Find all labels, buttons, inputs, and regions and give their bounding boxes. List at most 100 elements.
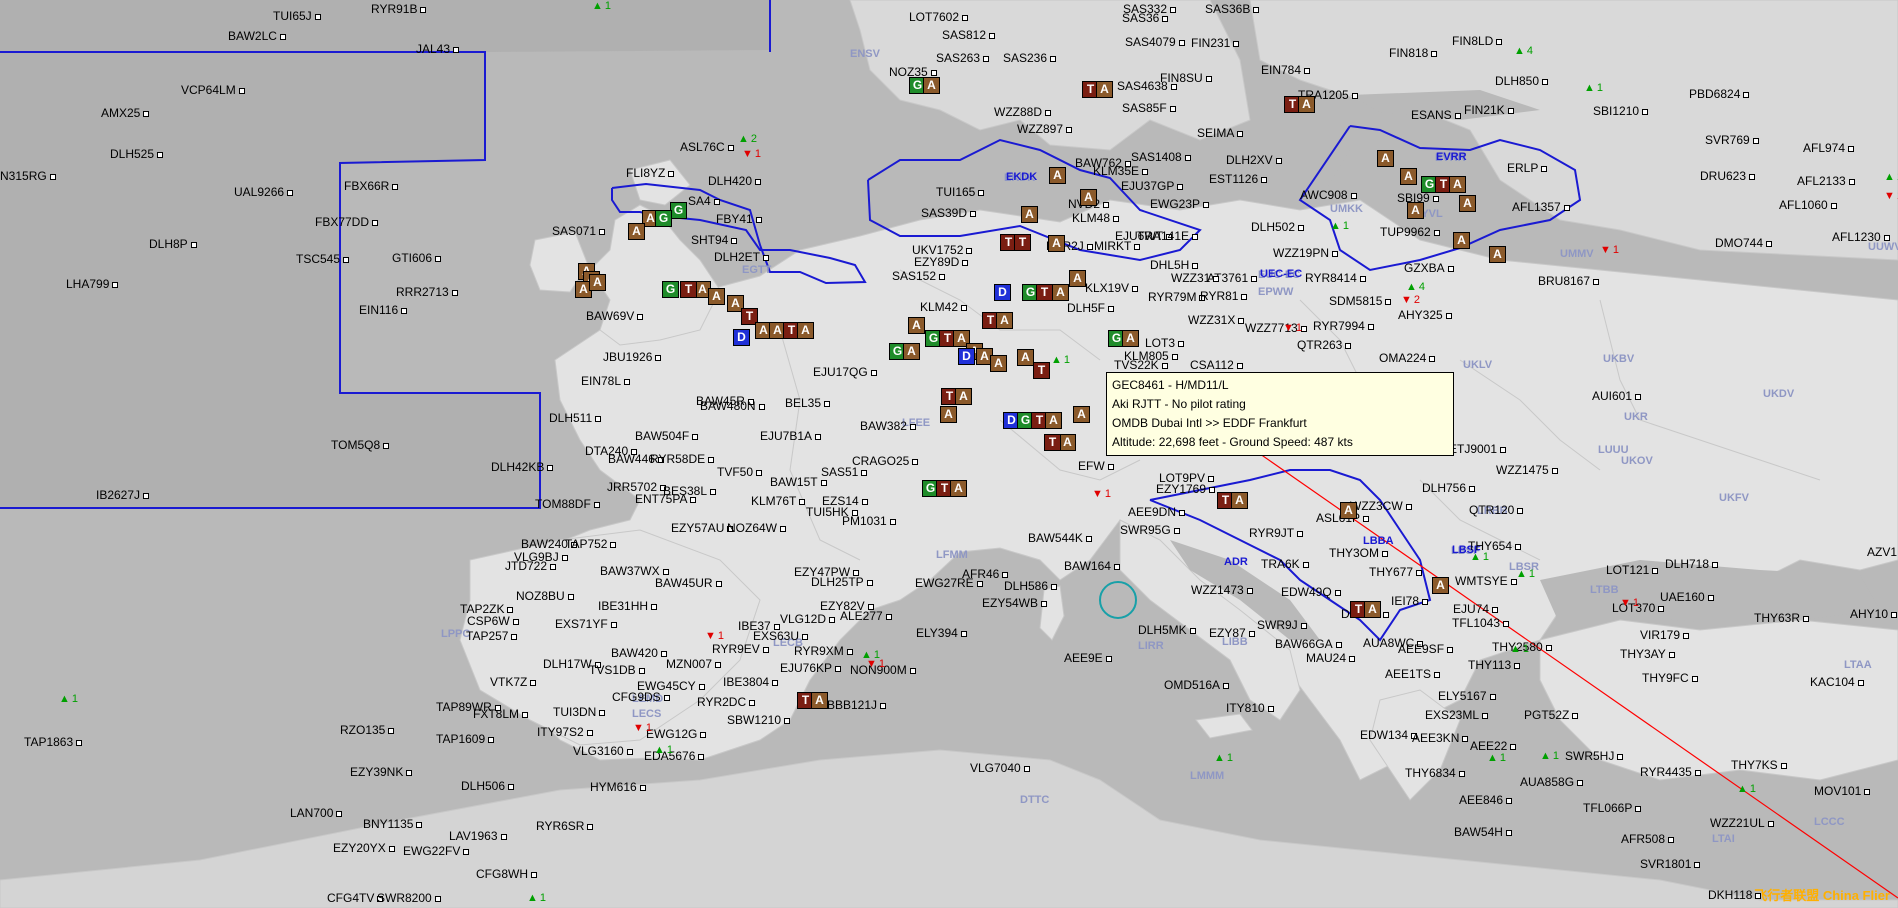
aircraft-callsign[interactable]: EZY39NK [350,766,413,778]
atc-controller-marker[interactable]: D [994,284,1011,301]
aircraft-callsign[interactable]: TFL1043 [1452,617,1510,629]
aircraft-callsign[interactable]: LOT7602 [909,11,969,23]
aircraft-callsign[interactable]: AHY325 [1398,309,1452,321]
aircraft-callsign[interactable]: DRU623 [1700,170,1756,182]
aircraft-callsign[interactable]: DLH502 [1251,221,1305,233]
aircraft-callsign[interactable]: PBD6824 [1689,88,1750,100]
aircraft-callsign[interactable]: OMD516A [1164,679,1230,691]
atc-controller-marker[interactable]: A [708,288,725,305]
aircraft-callsign[interactable]: SAS85F [1122,102,1176,114]
aircraft-callsign[interactable]: OMA224 [1379,352,1436,364]
aircraft-callsign[interactable]: AEE22 [1470,740,1517,752]
aircraft-callsign[interactable]: THY7KS [1731,759,1787,771]
aircraft-callsign[interactable]: EIN116 [359,304,408,316]
atc-controller-marker[interactable]: D [958,348,975,365]
aircraft-callsign[interactable]: VCP64LM [181,84,245,96]
aircraft-callsign[interactable]: EDW49Q [1281,586,1341,598]
aircraft-callsign[interactable]: VLG7040 [970,762,1030,774]
atc-controller-marker[interactable]: A [1489,246,1506,263]
arrivals-indicator[interactable]: ▼1 [1620,597,1639,609]
aircraft-callsign[interactable]: RYR58DE [650,453,715,465]
aircraft-callsign[interactable]: RYR9XM [794,645,853,657]
atc-controller-marker[interactable]: A [1400,168,1417,185]
atc-controller-marker[interactable]: A [628,223,645,240]
atc-controller-marker[interactable]: A [1048,235,1065,252]
aircraft-callsign[interactable]: KLM42 [920,301,968,313]
aircraft-callsign[interactable]: TAP257 [466,630,518,642]
aircraft-callsign[interactable]: LOT3 [1145,337,1185,349]
aircraft-callsign[interactable]: EJU17QG [813,366,877,378]
aircraft-callsign[interactable]: PGT52Z [1524,709,1579,721]
aircraft-callsign[interactable]: RYR9JT [1249,527,1304,539]
aircraft-callsign[interactable]: FBY41 [716,213,762,225]
aircraft-callsign[interactable]: SAS236 [1003,52,1057,64]
departures-indicator[interactable]: ▲1 [1330,220,1349,232]
aircraft-callsign[interactable]: BAW382 [860,420,916,432]
aircraft-callsign[interactable]: DLH5F [1067,302,1115,314]
aircraft-callsign[interactable]: BBB121J [827,699,887,711]
atc-controller-marker[interactable]: A [1453,232,1470,249]
aircraft-callsign[interactable]: EJU76KP [780,662,842,674]
aircraft-callsign[interactable]: TAP1609 [436,733,495,745]
aircraft-callsign[interactable]: SAS071 [552,225,606,237]
aircraft-callsign[interactable]: LHA799 [66,278,119,290]
aircraft-callsign[interactable]: LOT9PV [1159,472,1215,484]
aircraft-callsign[interactable]: EDW134 [1360,729,1418,741]
arrivals-indicator[interactable]: ▼1 [1884,190,1898,202]
aircraft-callsign[interactable]: RYR81 [1200,290,1248,302]
aircraft-callsign[interactable]: EIN784 [1261,64,1311,76]
departures-indicator[interactable]: ▲1 [861,649,880,661]
aircraft-callsign[interactable]: BAW66GA [1275,638,1342,650]
atc-controller-marker[interactable]: A [1052,284,1069,301]
aircraft-callsign[interactable]: KLM76T [751,495,806,507]
aircraft-callsign[interactable]: AHY10 [1850,608,1898,620]
aircraft-callsign[interactable]: IBE3804 [723,676,779,688]
aircraft-callsign[interactable]: DLH420 [708,175,762,187]
aircraft-callsign[interactable]: RYR8414 [1305,272,1366,284]
atc-controller-marker[interactable]: A [1069,270,1086,287]
aircraft-callsign[interactable]: WZZ21UL [1710,817,1774,829]
atc-controller-marker[interactable]: A [1407,202,1424,219]
aircraft-callsign[interactable]: DLH2XV [1226,154,1282,166]
atc-controller-marker[interactable]: A [1045,412,1062,429]
aircraft-callsign[interactable]: TRA6K [1261,558,1309,570]
aircraft-callsign[interactable]: TUP9962 [1380,226,1440,238]
departures-indicator[interactable]: ▲1 [527,892,546,904]
aircraft-callsign[interactable]: UKV1752 [912,244,973,256]
aircraft-callsign[interactable]: TAP1863 [24,736,83,748]
aircraft-callsign[interactable]: BAW69V [586,310,644,322]
aircraft-callsign[interactable]: CRAGO25 [852,455,919,467]
aircraft-callsign[interactable]: MZN007 [666,658,722,670]
aircraft-callsign[interactable]: ASL76C [680,141,734,153]
aircraft-callsign[interactable]: SWR8200 [377,892,441,904]
aircraft-callsign[interactable]: BNY1135 [363,818,423,830]
aircraft-callsign[interactable]: SWR9J [1257,619,1307,631]
aircraft-callsign[interactable]: WZZ88D [994,106,1051,118]
arrivals-indicator[interactable]: ▼1 [1283,322,1302,334]
aircraft-callsign[interactable]: JAL43 [416,43,460,55]
departures-indicator[interactable]: ▲1 [1051,354,1070,366]
aircraft-callsign[interactable]: EJU74 [1453,603,1499,615]
aircraft-callsign[interactable]: EWG45CY [637,680,705,692]
departures-indicator[interactable]: ▲1 [1737,783,1756,795]
aircraft-callsign[interactable]: AEE9SF [1398,643,1454,655]
atc-controller-marker[interactable]: G [655,210,672,227]
aircraft-callsign[interactable]: SAS812 [942,29,996,41]
aircraft-callsign[interactable]: AEE1TS [1385,668,1441,680]
aircraft-callsign[interactable]: JTD722 [505,560,557,572]
aircraft-callsign[interactable]: DLH5MK [1138,624,1196,636]
aircraft-callsign[interactable]: TSC545 [296,253,350,265]
aircraft-callsign[interactable]: SBW1210 [727,714,791,726]
aircraft-callsign[interactable]: EZY54WB [982,597,1048,609]
arrivals-indicator[interactable]: ▼1 [633,722,652,734]
aircraft-callsign[interactable]: AFL2133 [1797,175,1855,187]
atc-controller-marker[interactable]: A [1449,176,1466,193]
aircraft-callsign[interactable]: WZZ1475 [1496,464,1558,476]
aircraft-callsign[interactable]: UAE160 [1660,591,1714,603]
aircraft-callsign[interactable]: DMO744 [1715,237,1773,249]
aircraft-callsign[interactable]: SBI1210 [1593,105,1649,117]
aircraft-callsign[interactable]: BAW480N [700,400,765,412]
aircraft-callsign[interactable]: FIN8LD [1452,35,1503,47]
aircraft-callsign[interactable]: SWR5HJ [1565,750,1624,762]
aircraft-callsign[interactable]: AFR508 [1621,833,1675,845]
